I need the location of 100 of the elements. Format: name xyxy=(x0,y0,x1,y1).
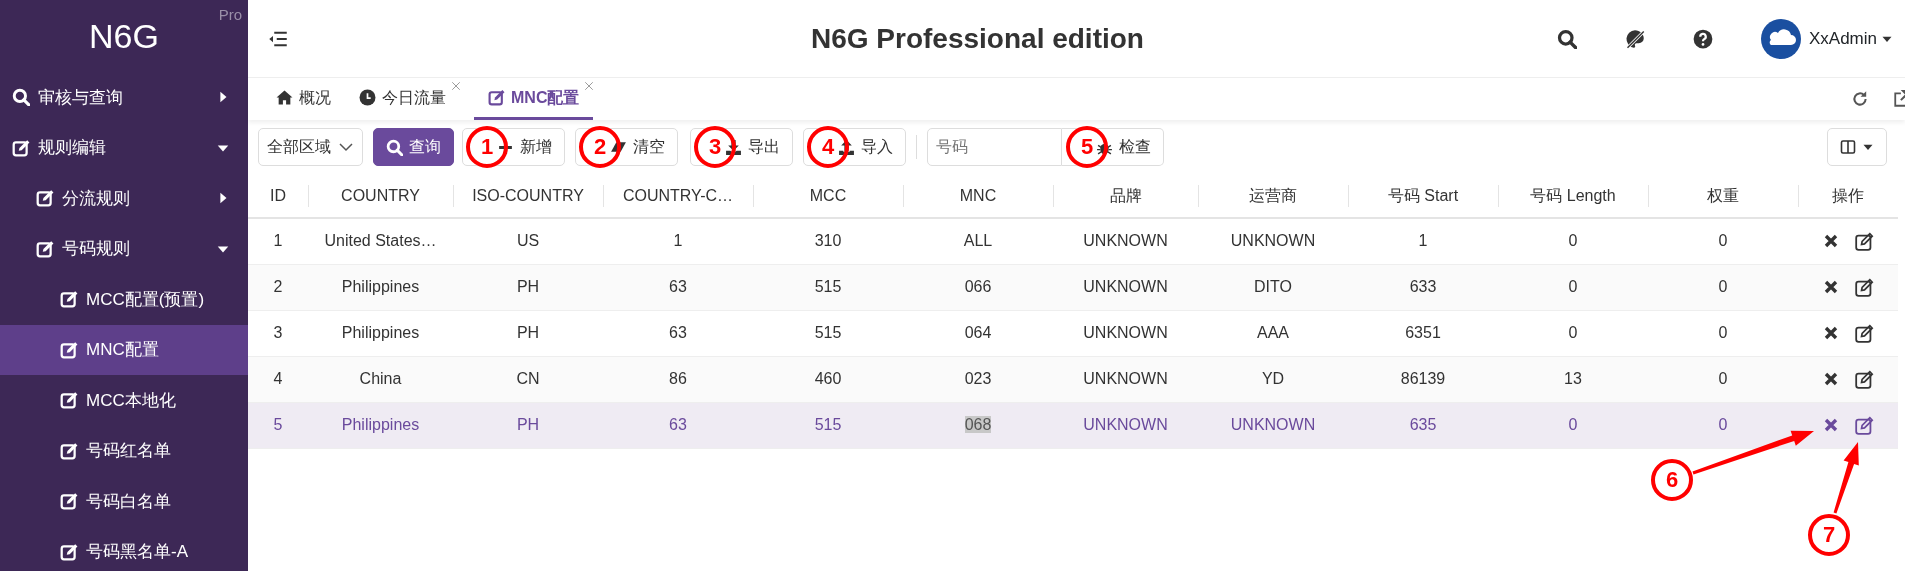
table-cell: 0 xyxy=(1718,370,1728,387)
column-header: MNC xyxy=(959,186,997,204)
search-button[interactable] xyxy=(1556,28,1577,49)
delete-button[interactable] xyxy=(1822,417,1839,433)
edit-button[interactable] xyxy=(1854,277,1874,297)
sidebar-item[interactable]: 规则编辑 xyxy=(0,122,248,173)
edit-icon xyxy=(488,89,505,106)
close-icon[interactable] xyxy=(583,80,596,92)
refresh-button[interactable] xyxy=(1851,90,1869,108)
table-cell: 5 xyxy=(273,416,283,433)
column-header: 号码 Start xyxy=(1387,186,1459,204)
edit-button[interactable] xyxy=(1854,323,1874,343)
column-header: 品牌 xyxy=(1109,186,1142,204)
edit-icon xyxy=(1854,369,1874,389)
sidebar-item[interactable]: 号码黑名单-A xyxy=(0,526,248,571)
user-avatar[interactable] xyxy=(1760,18,1801,59)
table-cell: UNKNOWN xyxy=(1083,324,1168,341)
tab[interactable]: MNC配置 xyxy=(474,78,594,120)
table-cell: 63 xyxy=(669,416,687,433)
sidebar-item[interactable]: 审核与查询 xyxy=(0,72,248,123)
column-header: 操作 xyxy=(1832,186,1864,204)
table-cell: PH xyxy=(516,416,540,433)
search-icon xyxy=(386,138,403,156)
tab[interactable]: 今日流量 xyxy=(345,78,460,120)
app-logo: N6G xyxy=(89,15,159,57)
toolbar-button[interactable]: 查询 xyxy=(373,128,454,166)
edit-icon xyxy=(1854,277,1874,297)
table-cell: 1 xyxy=(1418,232,1428,250)
delete-button[interactable] xyxy=(1822,279,1839,295)
edit-icon xyxy=(60,391,78,410)
annotation-marker: 2 xyxy=(579,126,621,168)
search-icon xyxy=(1556,28,1577,49)
help-button[interactable] xyxy=(1692,28,1713,49)
sidebar-item[interactable]: 号码红名单 xyxy=(0,425,248,476)
sidebar-item[interactable]: 号码白名单 xyxy=(0,476,248,527)
column-header: 权重 xyxy=(1707,186,1739,204)
edit-button[interactable] xyxy=(1854,231,1874,251)
table-cell: 6351 xyxy=(1405,324,1441,341)
sidebar-item[interactable]: 号码规则 xyxy=(0,223,248,274)
table-cell: Philippines xyxy=(341,416,420,433)
table-cell: 0 xyxy=(1568,232,1578,250)
tab[interactable]: 概况 xyxy=(262,78,345,120)
delete-icon xyxy=(1822,371,1839,387)
table-cell: 2 xyxy=(273,278,283,295)
table-cell: UNKNOWN xyxy=(1083,232,1168,250)
sidebar-item[interactable]: MCC配置(预置) xyxy=(0,274,248,325)
column-header: ISO-COUNTRY xyxy=(472,186,584,204)
edit-button[interactable] xyxy=(1854,415,1874,435)
sidebar-item[interactable]: MNC配置 xyxy=(0,324,248,375)
annotation-marker: 1 xyxy=(466,126,508,168)
delete-button[interactable] xyxy=(1822,233,1839,250)
table-cell: 515 xyxy=(814,278,842,295)
table-cell: PH xyxy=(516,324,540,341)
close-icon[interactable] xyxy=(450,80,462,92)
table-cell: 066 xyxy=(964,278,992,295)
edit-icon xyxy=(60,492,78,511)
sidebar-item[interactable]: MCC本地化 xyxy=(0,375,248,426)
delete-button[interactable] xyxy=(1822,325,1839,341)
columns-button[interactable] xyxy=(1827,128,1887,166)
annotation-marker: 7 xyxy=(1808,514,1850,556)
delete-button[interactable] xyxy=(1822,371,1839,387)
table-cell: YD xyxy=(1261,370,1285,387)
edit-button[interactable] xyxy=(1854,369,1874,389)
column-header: COUNTRY xyxy=(341,186,420,204)
refresh-icon xyxy=(1851,90,1869,108)
table-cell: ALL xyxy=(963,232,993,250)
number-field[interactable]: 号码 xyxy=(927,128,1062,166)
table-cell: 515 xyxy=(814,416,842,433)
table-cell: AAA xyxy=(1257,324,1289,341)
user-menu[interactable]: XxAdmin xyxy=(1808,25,1893,52)
app-title: N6G Professional edition xyxy=(810,21,1145,56)
table-cell: Philippines xyxy=(341,324,420,341)
table-cell: UNKNOWN xyxy=(1230,416,1316,433)
table-cell: 635 xyxy=(1409,416,1437,433)
table-cell: 068 xyxy=(964,416,992,433)
table-cell: 0 xyxy=(1568,278,1578,295)
annotation-marker: 5 xyxy=(1066,126,1108,168)
edition-label: Pro xyxy=(218,5,242,25)
search-icon xyxy=(12,88,30,107)
delete-icon xyxy=(1822,233,1839,250)
table-cell: UNKNOWN xyxy=(1083,416,1168,433)
table-cell: Philippines xyxy=(341,278,420,295)
column-header: 号码 Length xyxy=(1530,186,1616,204)
annotation-marker: 3 xyxy=(694,126,736,168)
table-cell: 1 xyxy=(673,232,683,250)
edit-icon xyxy=(60,441,78,460)
table-cell: DITO xyxy=(1254,278,1292,295)
region-select[interactable]: 全部区域 xyxy=(258,128,363,166)
edit-icon xyxy=(36,239,54,258)
columns-icon xyxy=(1840,139,1856,155)
edit-icon xyxy=(1854,231,1874,251)
callout-arrow xyxy=(1833,442,1859,514)
palette-button[interactable] xyxy=(1624,28,1645,49)
download-icon xyxy=(725,138,742,156)
table-cell: China xyxy=(359,370,402,387)
column-header: 运营商 xyxy=(1249,186,1297,204)
table-cell: 0 xyxy=(1718,278,1728,295)
table-cell: 63 xyxy=(669,278,687,295)
clock-icon xyxy=(359,89,376,106)
sidebar-item[interactable]: 分流规则 xyxy=(0,173,248,224)
